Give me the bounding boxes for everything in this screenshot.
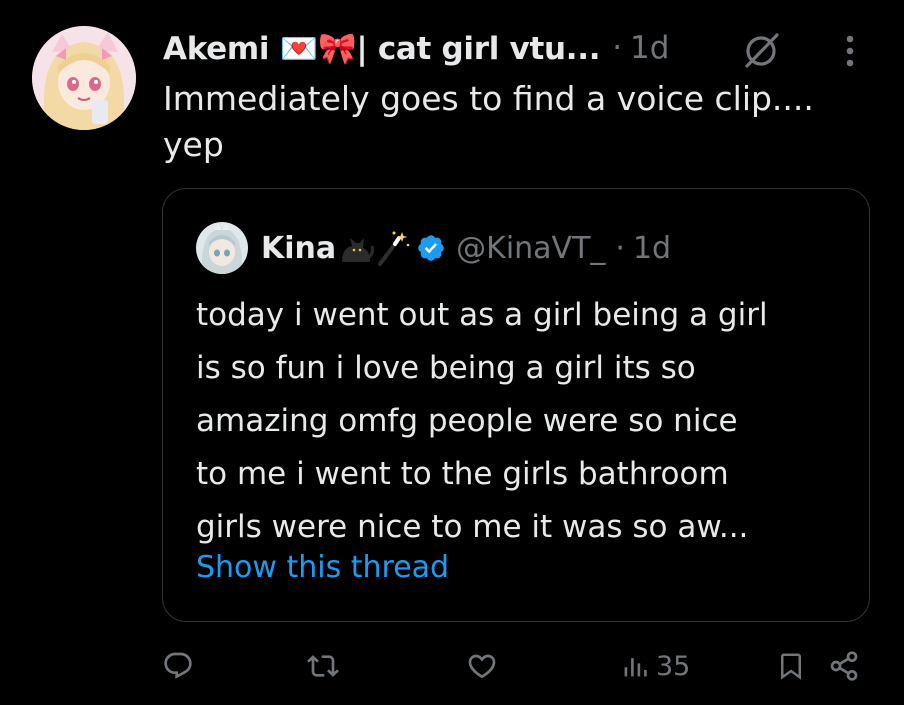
- post-text: Immediately goes to find a voice clip...…: [163, 76, 863, 168]
- post-header: Akemi 💌🎀| cat girl vtu... · 1d: [163, 24, 669, 72]
- share-icon: [828, 650, 860, 682]
- post-text-line: Immediately goes to find a voice clip...…: [163, 79, 814, 118]
- verified-badge-icon: [416, 233, 446, 263]
- views-count: 35: [656, 650, 691, 682]
- show-thread-link[interactable]: Show this thread: [196, 550, 449, 585]
- reply-icon: [162, 650, 194, 682]
- quoted-timestamp[interactable]: 1d: [633, 231, 671, 266]
- post-text-line: yep: [163, 125, 224, 164]
- post-timestamp[interactable]: 1d: [630, 30, 669, 66]
- bookmark-button[interactable]: [776, 648, 806, 684]
- like-button[interactable]: [466, 648, 498, 684]
- cat-wand-emoji-icon: [338, 228, 410, 268]
- repost-icon: [307, 650, 339, 682]
- quoted-text-line: to me i went to the girls bathroom: [196, 456, 729, 492]
- repost-button[interactable]: [307, 648, 339, 684]
- quoted-text-line: is so fun i love being a girl its so: [196, 350, 696, 386]
- quoted-handle[interactable]: @KinaVT_: [456, 231, 605, 266]
- quoted-post-header: Kina @KinaVT_ · 1d: [261, 224, 671, 272]
- like-icon: [466, 650, 498, 682]
- quoted-post-card[interactable]: Kina @KinaVT_ · 1d today i went out as a…: [162, 188, 870, 622]
- quoted-text-line: girls were nice to me it was so aw...: [196, 509, 749, 545]
- quoted-text-line: today i went out as a girl being a girl: [196, 297, 768, 333]
- share-button[interactable]: [828, 648, 860, 684]
- more-options-icon[interactable]: [836, 30, 864, 72]
- quoted-display-name[interactable]: Kina: [261, 231, 336, 266]
- author-avatar[interactable]: [32, 26, 136, 130]
- author-display-name[interactable]: Akemi 💌🎀| cat girl vtu...: [163, 30, 600, 67]
- views-button[interactable]: 35: [622, 648, 690, 684]
- quoted-author-avatar[interactable]: [196, 222, 248, 274]
- header-separator: ·: [612, 30, 623, 66]
- grok-icon[interactable]: [740, 30, 782, 72]
- quoted-text-line: amazing omfg people were so nice: [196, 403, 738, 439]
- views-icon: [622, 650, 648, 682]
- reply-button[interactable]: [162, 648, 194, 684]
- quoted-header-separator: ·: [615, 230, 625, 266]
- quoted-post-text: today i went out as a girl being a girl …: [196, 289, 846, 554]
- bookmark-icon: [776, 650, 806, 682]
